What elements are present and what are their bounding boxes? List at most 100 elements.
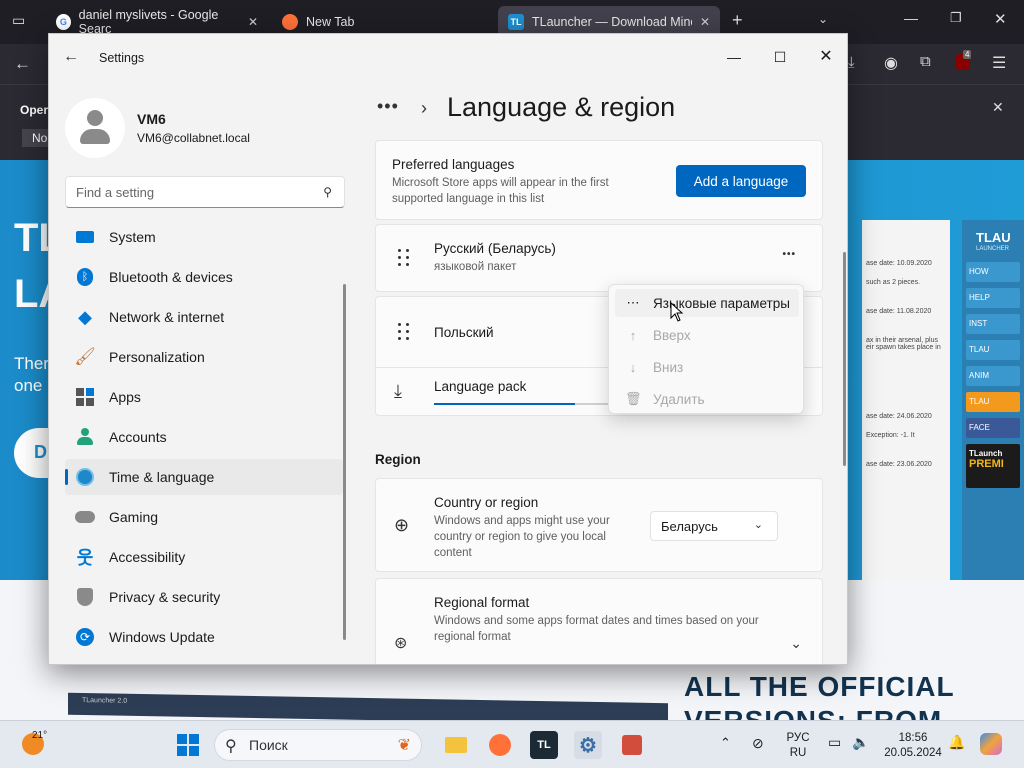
nav-item-privacy[interactable]: Privacy & security [65, 579, 343, 615]
tab-title: TLauncher — Download Mine [532, 15, 692, 29]
close-tab-icon[interactable]: ✕ [248, 15, 258, 29]
menu-item-move-down[interactable]: ↓ Вниз [615, 353, 799, 381]
clock[interactable]: 18:56 20.05.2024 [882, 731, 944, 761]
notification-bell-icon[interactable]: 🔔 [948, 734, 965, 751]
regional-format-card[interactable]: ⊛ Regional format Windows and some apps … [375, 578, 823, 664]
apps-icon [75, 387, 95, 407]
start-button[interactable] [174, 731, 202, 759]
hero-subtitle: one [14, 376, 43, 395]
tab-overflow-icon[interactable]: ⌄ [818, 12, 828, 26]
nav-item-accessibility[interactable]: 웃 Accessibility [65, 539, 343, 575]
more-icon: ⋯ [626, 295, 640, 310]
nav-item-personalization[interactable]: 🖌 Personalization [65, 339, 343, 375]
menu-icon[interactable]: ☰ [992, 53, 1006, 73]
nav-item-windows-update[interactable]: ⟳ Windows Update [65, 619, 343, 655]
nav-label: Time & language [109, 469, 215, 485]
taskbar-search-label: Поиск [249, 737, 288, 753]
volume-icon[interactable]: 🔈 [852, 734, 869, 751]
tl-promo[interactable]: TLaunch PREMI [966, 444, 1020, 488]
weather-temperature: 21° [32, 730, 48, 741]
nav-label: Network & internet [109, 309, 225, 325]
breadcrumb-more[interactable]: ••• [377, 96, 399, 117]
maximize-button[interactable]: ☐ [757, 42, 803, 72]
taskbar-search[interactable]: ⚲ Поиск ❦ [214, 729, 422, 761]
java-icon[interactable] [618, 731, 646, 759]
minimize-browser-button[interactable]: — [904, 10, 918, 26]
tl-sidebar-item[interactable]: TLAU [966, 340, 1020, 360]
network-off-icon[interactable]: ⊘ [752, 735, 764, 752]
search-icon[interactable]: ⚲ [323, 185, 332, 199]
nav-label: Gaming [109, 509, 159, 525]
tl-sidebar-item[interactable]: FACE [966, 418, 1020, 438]
news-line: Exception: -1. It [866, 432, 915, 439]
accounts-icon [75, 427, 95, 447]
content-scrollbar[interactable] [843, 252, 846, 466]
browser-back-icon[interactable]: ← [14, 54, 31, 74]
nav-item-system[interactable]: System [65, 219, 343, 255]
minimize-button[interactable]: — [711, 42, 757, 72]
more-options-icon[interactable]: ••• [782, 249, 796, 260]
menu-item-remove[interactable]: 🗑 Удалить [615, 385, 799, 413]
globe-icon: ⊕ [394, 515, 410, 535]
add-language-button[interactable]: Add a language [676, 165, 806, 197]
tlauncher-icon: TL [508, 14, 524, 30]
firefox-icon [282, 14, 298, 30]
input-language[interactable]: РУС RU [786, 731, 810, 761]
copilot-icon[interactable] [980, 733, 1002, 755]
close-browser-button[interactable]: ✕ [994, 10, 1007, 28]
download-pack-icon: ⤓ [394, 381, 402, 401]
account-icon[interactable]: ◉ [884, 53, 898, 73]
language-row[interactable]: Русский (Беларусь) языковой пакет ••• [375, 224, 823, 292]
display-icon[interactable]: ▭ [828, 734, 841, 751]
language-pack-progress [434, 403, 610, 405]
tray-overflow-icon[interactable]: ⌃ [720, 735, 731, 751]
hero-subtitle: Ther [14, 354, 49, 373]
tlauncher-taskbar-icon[interactable]: TL [530, 731, 558, 759]
download-icon[interactable]: ⤓ [848, 54, 855, 71]
notification-text: Oper [20, 103, 49, 117]
tl-sidebar-item[interactable]: TLAU [966, 392, 1020, 412]
nav-item-apps[interactable]: Apps [65, 379, 343, 415]
nav-item-time-language[interactable]: Time & language [65, 459, 343, 495]
back-arrow-icon[interactable]: ← [63, 48, 79, 66]
menu-item-move-up[interactable]: ↑ Вверх [615, 321, 799, 349]
user-profile[interactable]: VM6 VM6@collabnet.local [65, 98, 250, 158]
search-input[interactable]: Find a setting ⚲ [65, 176, 345, 208]
progress-fill [434, 403, 575, 405]
extensions-icon[interactable]: ⧉ [920, 53, 931, 70]
tl-sidebar-item[interactable]: ANIM [966, 366, 1020, 386]
menu-item-language-options[interactable]: ⋯ Языковые параметры [615, 289, 799, 317]
drag-handle-icon[interactable] [398, 249, 410, 267]
settings-taskbar-icon[interactable]: ⚙ [574, 731, 602, 759]
search-placeholder: Find a setting [76, 185, 155, 200]
nav-item-bluetooth[interactable]: ᛒ Bluetooth & devices [65, 259, 343, 295]
new-tab-button[interactable]: + [732, 10, 743, 31]
close-tab-icon[interactable]: ✕ [700, 15, 710, 29]
maximize-browser-button[interactable]: ❐ [950, 10, 962, 26]
tab-list-icon[interactable]: ▭ [12, 12, 25, 29]
menu-label: Вниз [653, 359, 684, 375]
tl-sidebar-item[interactable]: INST [966, 314, 1020, 334]
clock-time: 18:56 [898, 732, 928, 744]
drag-handle-icon[interactable] [398, 323, 410, 341]
news-line: ase date: 24.06.2020 [866, 413, 932, 420]
country-dropdown[interactable]: Беларусь ⌄ [650, 511, 778, 541]
regional-format-icon: ⊛ [394, 635, 408, 652]
firefox-icon[interactable] [486, 731, 514, 759]
file-explorer-icon[interactable] [442, 731, 470, 759]
nav-scrollbar[interactable] [343, 284, 346, 640]
nav-label: Apps [109, 389, 141, 405]
globe-clock-icon [75, 467, 95, 487]
language-name: Польский [434, 325, 494, 340]
nav-item-gaming[interactable]: Gaming [65, 499, 343, 535]
close-notification-icon[interactable]: ✕ [992, 99, 1004, 116]
tl-sidebar-header: TLAU [976, 230, 1011, 245]
tl-sidebar-item[interactable]: HOW [966, 262, 1020, 282]
chevron-down-icon[interactable]: ⌄ [790, 635, 802, 652]
close-button[interactable]: ✕ [803, 42, 847, 72]
language-layout: RU [789, 747, 807, 759]
tl-sidebar-header-sub: LAUNCHER [976, 246, 1010, 252]
nav-item-accounts[interactable]: Accounts [65, 419, 343, 455]
nav-item-network[interactable]: ◆ Network & internet [65, 299, 343, 335]
tl-sidebar-item[interactable]: HELP [966, 288, 1020, 308]
